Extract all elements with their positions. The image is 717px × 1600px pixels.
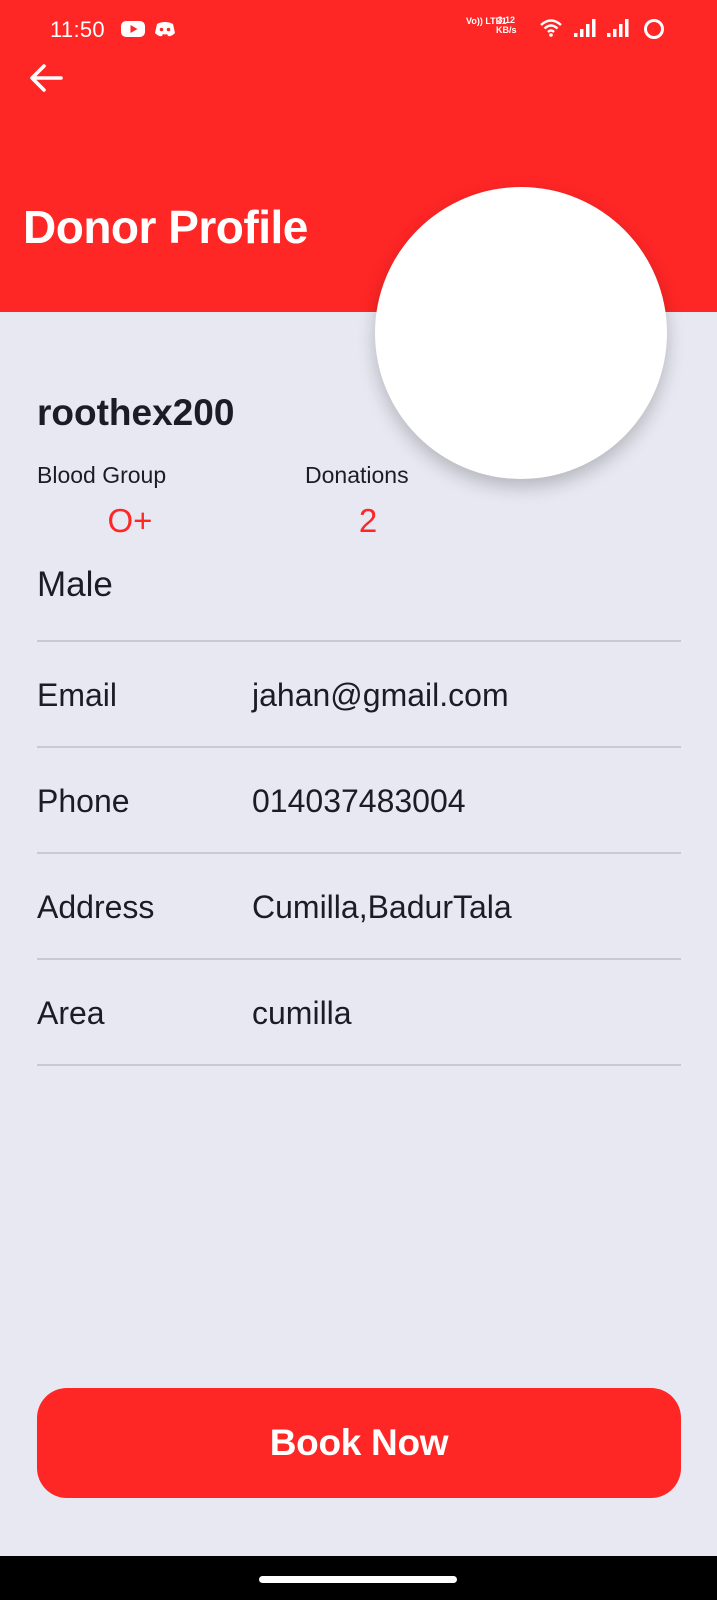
phone-value: 014037483004 (252, 783, 466, 819)
arrow-left-icon (28, 62, 64, 99)
divider (37, 852, 681, 854)
address-value: Cumilla,BadurTala (252, 889, 512, 925)
status-bar: 11:50 Vo)) LTE1 3.12 KB/s (0, 0, 717, 60)
home-indicator[interactable] (259, 1576, 457, 1583)
battery-icon (642, 17, 666, 47)
signal-icon (607, 18, 629, 48)
area-value: cumilla (252, 995, 352, 1031)
wifi-icon (540, 18, 562, 48)
address-label: Address (37, 889, 155, 925)
area-label: Area (37, 995, 105, 1031)
phone-label: Phone (37, 783, 130, 819)
divider (37, 640, 681, 642)
book-now-button[interactable]: Book Now (37, 1388, 681, 1498)
system-navigation-bar (0, 1556, 717, 1600)
network-speed-value: 3.12 (497, 15, 516, 25)
status-time: 11:50 (50, 17, 105, 42)
page-title: Donor Profile (23, 201, 308, 253)
email-label: Email (37, 677, 118, 713)
network-speed-unit: KB/s (496, 25, 517, 35)
divider (37, 746, 681, 748)
blood-group-value: O+ (107, 502, 153, 539)
divider (37, 1064, 681, 1066)
network-speed: 3.12 KB/s (496, 15, 517, 35)
donations-label: Donations (305, 462, 409, 488)
youtube-icon (121, 20, 145, 43)
email-value: jahan@gmail.com (252, 677, 509, 713)
divider (37, 958, 681, 960)
back-button[interactable] (24, 58, 68, 102)
donor-username: roothex200 (37, 392, 235, 433)
gender-value: Male (37, 565, 113, 604)
donations-value: 2 (358, 502, 378, 539)
avatar[interactable] (375, 187, 667, 479)
signal-icon (574, 18, 596, 48)
discord-icon (154, 20, 176, 43)
blood-group-label: Blood Group (37, 462, 167, 488)
